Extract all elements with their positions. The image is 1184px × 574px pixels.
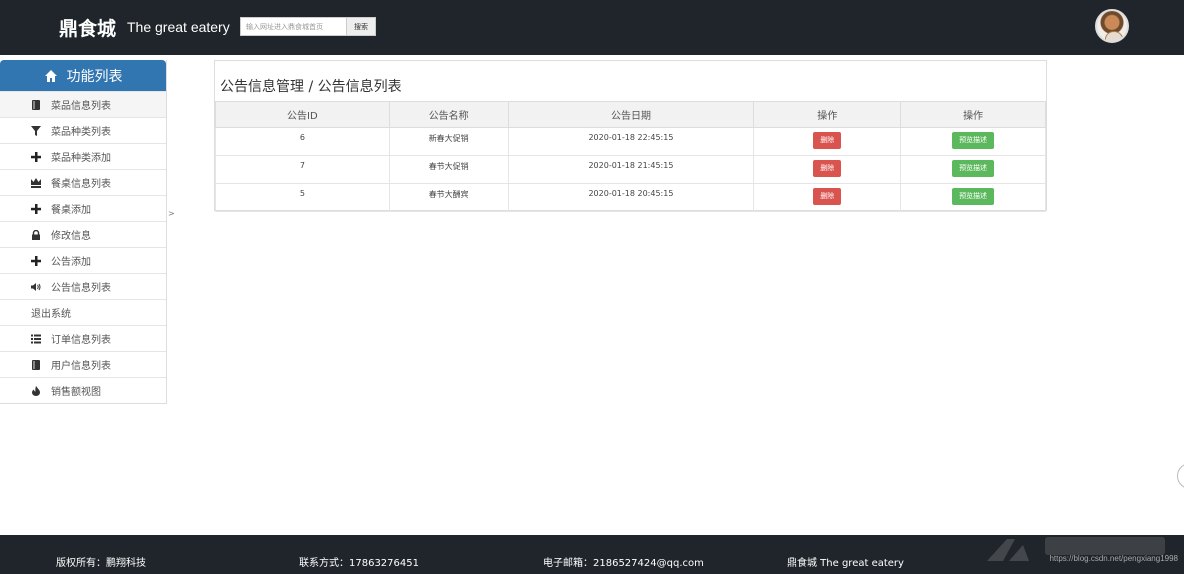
floating-widget[interactable] — [1177, 463, 1184, 489]
notice-id: 6 — [215, 127, 390, 156]
notice-date: 2020-01-18 20:45:15 — [507, 183, 755, 212]
sidebar-toggle[interactable]: > — [168, 209, 175, 218]
sidebar-header: 功能列表 — [0, 60, 166, 91]
preview-button[interactable]: 预览描述 — [952, 188, 995, 205]
sidebar: 功能列表 菜品信息列表 菜品种类列表 菜品种类添加 餐桌信息列表 餐桌添加 修改… — [0, 60, 167, 404]
preview-button[interactable]: 预览描述 — [952, 132, 995, 149]
sidebar-item-label: 用户信息列表 — [51, 361, 111, 372]
plus-icon — [31, 203, 41, 214]
footer: 版权所有：鹏翔科技 联系方式：17863276451 电子邮箱：21865274… — [0, 535, 1184, 574]
sidebar-item-order-list[interactable]: 订单信息列表 — [0, 325, 166, 351]
lock-icon — [31, 229, 41, 240]
delete-button[interactable]: 删除 — [813, 160, 842, 177]
delete-button[interactable]: 删除 — [813, 188, 842, 205]
sidebar-item-table-add[interactable]: 餐桌添加 — [0, 195, 166, 221]
footer-contact: 联系方式：17863276451 — [299, 558, 419, 569]
top-navbar: 鼎食城 The great eatery 搜索 — [0, 0, 1184, 55]
sidebar-item-sales-view[interactable]: 销售额视图 — [0, 377, 166, 403]
sidebar-item-edit-info[interactable]: 修改信息 — [0, 221, 166, 247]
notice-name: 春节大酬宾 — [388, 183, 509, 212]
watermark-url: https://blog.csdn.net/pengxiang1998 — [1049, 554, 1178, 563]
column-header: 公告日期 — [507, 101, 755, 128]
sidebar-item-category-list[interactable]: 菜品种类列表 — [0, 117, 166, 143]
avatar[interactable] — [1095, 9, 1129, 43]
preview-cell: 预览描述 — [900, 183, 1046, 212]
sidebar-item-label: 修改信息 — [51, 231, 91, 242]
column-header: 操作 — [753, 101, 902, 128]
book-icon — [31, 359, 41, 370]
sidebar-item-notice-add[interactable]: 公告添加 — [0, 247, 166, 273]
notice-date: 2020-01-18 22:45:15 — [507, 127, 755, 156]
sidebar-item-table-list[interactable]: 餐桌信息列表 — [0, 169, 166, 195]
plus-icon — [31, 151, 41, 162]
table-row: 6 新春大促销 2020-01-18 22:45:15 删除 预览描述 — [215, 127, 1046, 156]
notice-name: 新春大促销 — [388, 127, 509, 156]
notice-panel: 公告信息管理 / 公告信息列表 公告ID 公告名称 公告日期 操作 操作 6 新… — [214, 60, 1047, 212]
brand-english: The great eatery — [127, 19, 230, 35]
column-header: 操作 — [900, 101, 1046, 128]
preview-cell: 预览描述 — [900, 155, 1046, 184]
delete-cell: 删除 — [753, 155, 902, 184]
column-header: 公告ID — [215, 101, 390, 128]
table-row: 5 春节大酬宾 2020-01-18 20:45:15 删除 预览描述 — [215, 183, 1046, 212]
notice-name: 春节大促销 — [388, 155, 509, 184]
sidebar-item-notice-list[interactable]: 公告信息列表 — [0, 273, 166, 299]
volume-icon — [31, 282, 41, 292]
delete-button[interactable]: 删除 — [813, 132, 842, 149]
footer-copyright: 版权所有：鹏翔科技 — [56, 558, 146, 569]
filter-icon — [31, 125, 41, 136]
footer-email: 电子邮箱：2186527424@qq.com — [543, 558, 704, 569]
crown-icon — [31, 177, 41, 188]
sidebar-item-dish-list[interactable]: 菜品信息列表 — [0, 91, 166, 117]
column-header: 公告名称 — [388, 101, 509, 128]
sidebar-item-logout[interactable]: 退出系统 — [0, 299, 166, 325]
book-icon — [31, 99, 41, 110]
sidebar-item-user-list[interactable]: 用户信息列表 — [0, 351, 166, 377]
search-form: 搜索 — [240, 17, 376, 36]
sidebar-item-label: 菜品信息列表 — [51, 101, 111, 112]
preview-cell: 预览描述 — [900, 127, 1046, 156]
footer-brand: 鼎食城 The great eatery — [787, 558, 904, 569]
delete-cell: 删除 — [753, 183, 902, 212]
sidebar-item-label: 餐桌添加 — [51, 205, 91, 216]
fire-icon — [31, 385, 41, 396]
sidebar-item-category-add[interactable]: 菜品种类添加 — [0, 143, 166, 169]
sidebar-item-label: 退出系统 — [31, 309, 71, 320]
brand-name[interactable]: 鼎食城 — [59, 14, 116, 41]
home-icon — [44, 69, 58, 83]
table-header-row: 公告ID 公告名称 公告日期 操作 操作 — [215, 101, 1046, 128]
sidebar-item-label: 订单信息列表 — [51, 335, 111, 346]
list-icon — [31, 334, 41, 344]
search-input[interactable] — [240, 17, 346, 36]
search-button[interactable]: 搜索 — [346, 17, 376, 36]
preview-button[interactable]: 预览描述 — [952, 160, 995, 177]
plus-icon — [31, 255, 41, 266]
sidebar-item-label: 菜品种类添加 — [51, 153, 111, 164]
notice-id: 5 — [215, 183, 390, 212]
sidebar-item-label: 菜品种类列表 — [51, 127, 111, 138]
notice-id: 7 — [215, 155, 390, 184]
sidebar-item-label: 公告信息列表 — [51, 283, 111, 294]
table-row: 7 春节大促销 2020-01-18 21:45:15 删除 预览描述 — [215, 155, 1046, 184]
sidebar-title: 功能列表 — [66, 68, 123, 85]
notice-table: 公告ID 公告名称 公告日期 操作 操作 6 新春大促销 2020-01-18 … — [215, 101, 1046, 212]
page-title: 公告信息管理 / 公告信息列表 — [220, 79, 402, 95]
sidebar-item-label: 公告添加 — [51, 257, 91, 268]
sidebar-item-label: 餐桌信息列表 — [51, 179, 111, 190]
sidebar-item-label: 销售额视图 — [51, 387, 101, 398]
delete-cell: 删除 — [753, 127, 902, 156]
notice-date: 2020-01-18 21:45:15 — [507, 155, 755, 184]
